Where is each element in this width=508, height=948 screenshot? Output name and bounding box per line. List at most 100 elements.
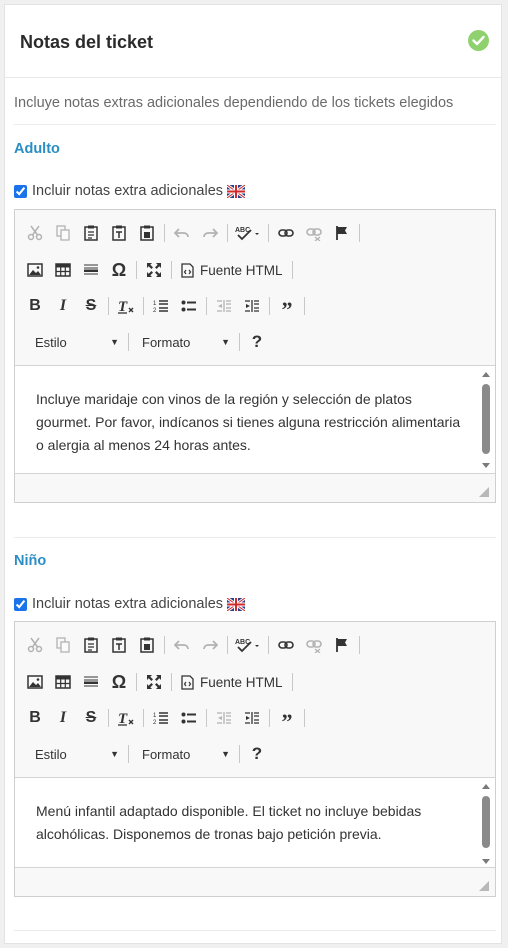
redo-icon[interactable] — [196, 221, 224, 245]
paste-word-icon[interactable] — [133, 633, 161, 657]
toolbar-separator — [136, 261, 137, 279]
toolbar-separator — [268, 636, 269, 654]
scroll-up-icon[interactable] — [482, 372, 490, 377]
unlink-icon[interactable] — [300, 221, 328, 245]
toolbar-separator — [206, 709, 207, 727]
editor-scrollbar[interactable] — [481, 782, 491, 866]
toolbar-separator — [227, 224, 228, 242]
blockquote-icon[interactable]: ” — [273, 706, 301, 734]
table-icon[interactable] — [49, 258, 77, 282]
table-icon[interactable] — [49, 670, 77, 694]
outdent-icon[interactable] — [210, 706, 238, 730]
editor-content-area[interactable]: Incluye maridaje con vinos de la región … — [15, 366, 495, 474]
link-icon[interactable] — [272, 221, 300, 245]
toolbar-separator — [269, 297, 270, 315]
source-html-button[interactable]: Fuente HTML — [175, 258, 289, 282]
panel-header: Notas del ticket — [5, 5, 501, 78]
bold-icon[interactable]: B — [21, 706, 49, 730]
source-icon — [181, 674, 194, 690]
toolbar-separator — [108, 297, 109, 315]
toolbar-separator — [143, 709, 144, 727]
style-dropdown-label: Estilo — [35, 746, 67, 762]
image-icon[interactable] — [21, 670, 49, 694]
omega-icon[interactable]: Ω — [105, 258, 133, 282]
source-html-button[interactable]: Fuente HTML — [175, 670, 289, 694]
strikethrough-icon[interactable]: S — [77, 706, 105, 730]
toolbar-separator — [171, 673, 172, 691]
redo-icon[interactable] — [196, 633, 224, 657]
cut-icon[interactable] — [21, 221, 49, 245]
paste-icon[interactable] — [77, 221, 105, 245]
bold-icon[interactable]: B — [21, 294, 49, 318]
omega-icon[interactable]: Ω — [105, 670, 133, 694]
copy-icon[interactable] — [49, 221, 77, 245]
include-notes-checkbox-input[interactable] — [14, 184, 27, 198]
toolbar-row-clipboard: ABC — [21, 221, 363, 245]
strikethrough-icon[interactable]: S — [77, 294, 105, 318]
paste-word-icon[interactable] — [133, 221, 161, 245]
horizontal-rule-icon[interactable] — [77, 670, 105, 694]
format-dropdown[interactable]: Formato ▼ — [132, 742, 236, 766]
format-dropdown-label: Formato — [142, 746, 191, 762]
style-dropdown[interactable]: Estilo ▼ — [21, 742, 125, 766]
horizontal-rule-icon[interactable] — [77, 258, 105, 282]
undo-icon[interactable] — [168, 633, 196, 657]
remove-format-icon[interactable]: T — [112, 706, 140, 730]
blockquote-icon[interactable]: ” — [273, 294, 301, 322]
scroll-down-icon[interactable] — [482, 859, 490, 864]
toolbar-separator — [171, 261, 172, 279]
italic-icon[interactable]: I — [49, 294, 77, 318]
editor-content-text[interactable]: Incluye maridaje con vinos de la región … — [36, 388, 466, 457]
scroll-down-icon[interactable] — [482, 463, 490, 468]
link-icon[interactable] — [272, 633, 300, 657]
style-dropdown[interactable]: Estilo ▼ — [21, 330, 125, 354]
bulleted-list-icon[interactable] — [175, 294, 203, 318]
indent-icon[interactable] — [238, 706, 266, 730]
unlink-icon[interactable] — [300, 633, 328, 657]
copy-icon[interactable] — [49, 633, 77, 657]
toolbar-separator — [143, 297, 144, 315]
indent-icon[interactable] — [238, 294, 266, 318]
scroll-up-icon[interactable] — [482, 784, 490, 789]
undo-icon[interactable] — [168, 221, 196, 245]
help-icon[interactable]: ? — [243, 330, 271, 354]
cut-icon[interactable] — [21, 633, 49, 657]
maximize-icon[interactable] — [140, 258, 168, 282]
image-icon[interactable] — [21, 258, 49, 282]
editor-content-text[interactable]: Menú infantil adaptado disponible. El ti… — [36, 800, 466, 846]
paste-text-icon[interactable] — [105, 633, 133, 657]
include-notes-checkbox-adulto[interactable]: Incluir notas extra adicionales — [14, 183, 246, 199]
resize-grip-icon[interactable] — [479, 487, 489, 497]
help-icon[interactable]: ? — [243, 742, 271, 766]
include-notes-checkbox-input[interactable] — [14, 597, 27, 611]
maximize-icon[interactable] — [140, 670, 168, 694]
toolbar-separator — [291, 261, 293, 279]
resize-grip-icon[interactable] — [479, 881, 489, 891]
toolbar-row-styles: Estilo ▼ Formato ▼ ? — [21, 742, 271, 766]
numbered-list-icon[interactable]: 12 — [147, 706, 175, 730]
toolbar-separator — [304, 297, 305, 315]
check-icon — [468, 30, 489, 51]
editor-content-area[interactable]: Menú infantil adaptado disponible. El ti… — [15, 778, 495, 868]
format-dropdown[interactable]: Formato ▼ — [132, 330, 236, 354]
spellcheck-icon[interactable]: ABC — [231, 633, 265, 657]
checkbox-label: Incluir notas extra adicionales — [32, 596, 224, 612]
paste-icon[interactable] — [77, 633, 105, 657]
remove-format-icon[interactable]: T — [112, 294, 140, 318]
scrollbar-thumb[interactable] — [482, 384, 490, 454]
include-notes-checkbox-nino[interactable]: Incluir notas extra adicionales — [14, 596, 246, 612]
scrollbar-thumb[interactable] — [482, 796, 490, 848]
paste-text-icon[interactable] — [105, 221, 133, 245]
numbered-list-icon[interactable]: 12 — [147, 294, 175, 318]
anchor-flag-icon[interactable] — [328, 221, 356, 245]
outdent-icon[interactable] — [210, 294, 238, 318]
anchor-flag-icon[interactable] — [328, 633, 356, 657]
editor-scrollbar[interactable] — [481, 370, 491, 470]
spellcheck-icon[interactable]: ABC — [231, 221, 265, 245]
italic-icon[interactable]: I — [49, 706, 77, 730]
toolbar-row-insert: Ω Fuente HTML — [21, 258, 296, 282]
editor-toolbar: ABC Ω Fuente HTML B I S T 1 2 ” Estilo ▼… — [15, 210, 495, 366]
panel-description: Incluye notas extras adicionales dependi… — [14, 95, 454, 111]
rich-text-editor-adulto: ABC Ω Fuente HTML B I S T 1 2 ” Estilo ▼… — [14, 209, 496, 503]
bulleted-list-icon[interactable] — [175, 706, 203, 730]
